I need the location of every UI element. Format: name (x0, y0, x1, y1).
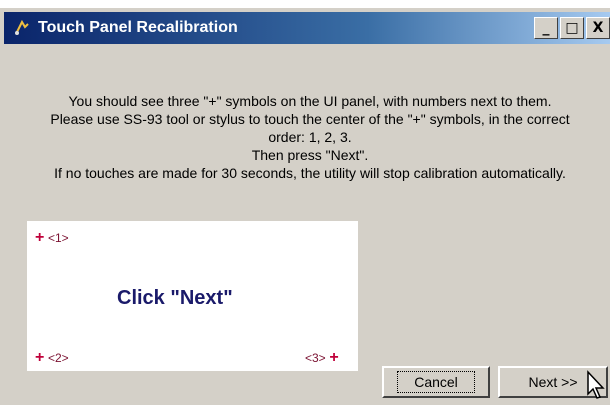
instruction-line-3: order: 1, 2, 3. (268, 129, 352, 145)
calibration-window: Touch Panel Recalibration _ □ X You shou… (0, 8, 610, 405)
marker-label: <2> (47, 351, 69, 365)
next-button-label: Next >> (528, 374, 578, 390)
calibration-marker-2: + <2> (35, 349, 69, 367)
instructions-text: You should see three "+" symbols on the … (20, 92, 600, 182)
plus-icon: + (329, 349, 339, 366)
marker-label: <1> (47, 231, 69, 245)
title-bar[interactable]: Touch Panel Recalibration _ □ X (4, 12, 610, 44)
cancel-button-label: Cancel (397, 371, 475, 393)
maximize-button[interactable]: □ (560, 17, 584, 39)
plus-icon: + (35, 349, 45, 366)
click-next-prompt: Click "Next" (117, 287, 233, 309)
instruction-line-2: Please use SS-93 tool or stylus to touch… (50, 111, 570, 127)
window-controls: _ □ X (534, 17, 610, 39)
instruction-line-1: You should see three "+" symbols on the … (68, 93, 552, 109)
plus-icon: + (35, 229, 45, 246)
mouse-pointer-icon (587, 370, 605, 399)
calibration-marker-1: + <1> (35, 229, 69, 247)
close-button[interactable]: X (586, 17, 610, 39)
minimize-icon: _ (542, 20, 550, 36)
calibration-marker-3: <3> + (305, 349, 339, 367)
cancel-button[interactable]: Cancel (382, 366, 490, 398)
minimize-button[interactable]: _ (534, 17, 558, 39)
instruction-line-5: If no touches are made for 30 seconds, t… (54, 165, 566, 181)
marker-label: <3> (305, 351, 326, 365)
window-title: Touch Panel Recalibration (38, 19, 238, 36)
close-icon: X (592, 20, 604, 36)
maximize-icon: □ (565, 20, 579, 36)
app-icon (12, 18, 32, 38)
instruction-line-4: Then press "Next". (251, 147, 369, 163)
calibration-preview: + <1> + <2> <3> + Click "Next" (27, 221, 358, 371)
